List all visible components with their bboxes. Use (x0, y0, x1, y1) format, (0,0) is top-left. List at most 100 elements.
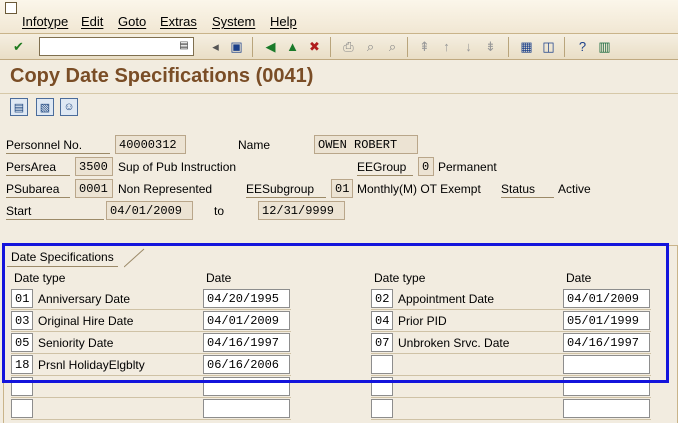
date-type-code-field[interactable] (371, 355, 393, 374)
row-separator (11, 309, 291, 310)
end-date-field[interactable]: 12/31/9999 (258, 201, 345, 220)
col-date-right: Date (566, 271, 592, 285)
find-next-icon[interactable]: ⌕ (384, 38, 401, 55)
date-type-code-field[interactable] (11, 377, 33, 396)
psubarea-label: PSubarea (6, 182, 70, 198)
date-field[interactable] (203, 377, 290, 396)
date-field[interactable] (563, 399, 650, 418)
last-page-icon[interactable]: ⇟ (482, 38, 499, 55)
status-label: Status (501, 182, 554, 198)
eegroup-text: Permanent (438, 160, 497, 174)
col-date-left: Date (206, 271, 232, 285)
save-icon[interactable]: ▣ (228, 38, 245, 55)
date-type-code-field[interactable]: 03 (11, 311, 33, 330)
row-separator (371, 419, 651, 420)
date-type-code-field[interactable]: 05 (11, 333, 33, 352)
date-type-code-field[interactable] (371, 377, 393, 396)
date-field[interactable] (563, 355, 650, 374)
persarea-label: PersArea (6, 160, 70, 176)
personnel-no-label: Personnel No. (6, 138, 110, 154)
back-arrow-small-icon[interactable]: ◂ (207, 38, 224, 55)
date-type-code-field[interactable] (11, 399, 33, 418)
name-label: Name (238, 138, 271, 152)
persarea-code-field[interactable]: 3500 (75, 157, 113, 176)
enter-check-icon[interactable]: ✔ (10, 38, 27, 55)
command-field[interactable] (39, 37, 194, 56)
date-type-code-field[interactable]: 02 (371, 289, 393, 308)
row-separator (11, 419, 291, 420)
start-date-field[interactable]: 04/01/2009 (106, 201, 193, 220)
date-field[interactable]: 06/16/2006 (203, 355, 290, 374)
row-separator (371, 331, 651, 332)
menu-system[interactable]: System (212, 14, 255, 29)
eesubgroup-text: Monthly(M) OT Exempt (357, 182, 481, 196)
date-type-text: Prsnl HolidayElgblty (38, 358, 145, 372)
row-separator (371, 309, 651, 310)
psubarea-text: Non Represented (118, 182, 213, 196)
date-field[interactable] (563, 377, 650, 396)
persarea-text: Sup of Pub Instruction (118, 160, 237, 174)
row-separator (371, 375, 651, 376)
date-type-code-field[interactable] (371, 399, 393, 418)
psubarea-code-field[interactable]: 0001 (75, 179, 113, 198)
name-field[interactable]: OWEN ROBERT (314, 135, 418, 154)
toolbar-separator (407, 37, 408, 57)
row-separator (11, 397, 291, 398)
find-icon[interactable]: ⌕ (362, 38, 379, 55)
date-field[interactable]: 04/01/2009 (203, 311, 290, 330)
date-field[interactable]: 04/20/1995 (203, 289, 290, 308)
date-type-text: Anniversary Date (38, 292, 131, 306)
row-separator (11, 353, 291, 354)
window-menu-icon[interactable] (5, 2, 17, 14)
date-type-code-field[interactable]: 04 (371, 311, 393, 330)
menu-infotype[interactable]: Infotype (22, 14, 68, 29)
back-icon[interactable]: ◀ (262, 38, 279, 55)
menu-help[interactable]: Help (270, 14, 297, 29)
exit-icon[interactable]: ▲ (284, 38, 301, 55)
to-label: to (214, 204, 225, 218)
date-field[interactable]: 04/16/1997 (563, 333, 650, 352)
document-icon[interactable]: ▧ (36, 98, 54, 116)
col-datetype-left: Date type (14, 271, 66, 285)
eegroup-label: EEGroup (357, 160, 413, 176)
menu-goto[interactable]: Goto (118, 14, 146, 29)
new-session-icon[interactable]: ▦ (518, 38, 535, 55)
print-icon[interactable]: ⎙ (340, 38, 357, 55)
date-type-text: Original Hire Date (38, 314, 134, 328)
date-field[interactable]: 04/16/1997 (203, 333, 290, 352)
date-type-text: Prior PID (398, 314, 447, 328)
next-page-icon[interactable]: ↓ (460, 38, 477, 55)
status-value: Active (558, 182, 591, 196)
toolbar-separator (252, 37, 253, 57)
first-page-icon[interactable]: ⇞ (416, 38, 433, 55)
date-field[interactable]: 04/01/2009 (563, 289, 650, 308)
previous-page-icon[interactable]: ↑ (438, 38, 455, 55)
page-title: Copy Date Specifications (0041) (10, 65, 314, 87)
eesubgroup-code-field[interactable]: 01 (331, 179, 353, 198)
shortcut-icon[interactable]: ◫ (540, 38, 557, 55)
toolbar-separator (508, 37, 509, 57)
date-type-code-field[interactable]: 18 (11, 355, 33, 374)
date-field[interactable]: 05/01/1999 (563, 311, 650, 330)
row-separator (371, 353, 651, 354)
toolbar-separator (330, 37, 331, 57)
row-separator (11, 331, 291, 332)
start-label: Start (6, 204, 104, 220)
overview-icon[interactable]: ▤ (10, 98, 28, 116)
date-type-code-field[interactable]: 01 (11, 289, 33, 308)
personnel-no-field[interactable]: 40000312 (115, 135, 186, 154)
help-icon[interactable]: ? (574, 38, 591, 55)
menu-extras[interactable]: Extras (160, 14, 197, 29)
cancel-icon[interactable]: ✖ (306, 38, 323, 55)
command-history-icon[interactable]: ▤ (177, 40, 191, 53)
layout-menu-icon[interactable]: ▥ (596, 38, 613, 55)
person-icon[interactable]: ☺ (60, 98, 78, 116)
eegroup-code-field[interactable]: 0 (418, 157, 434, 176)
date-field[interactable] (203, 399, 290, 418)
date-type-text: Seniority Date (38, 336, 114, 350)
section-title: Date Specifications (7, 249, 118, 267)
menu-edit[interactable]: Edit (81, 14, 103, 29)
date-type-code-field[interactable]: 07 (371, 333, 393, 352)
col-datetype-right: Date type (374, 271, 426, 285)
section-tab-corner (124, 248, 145, 268)
